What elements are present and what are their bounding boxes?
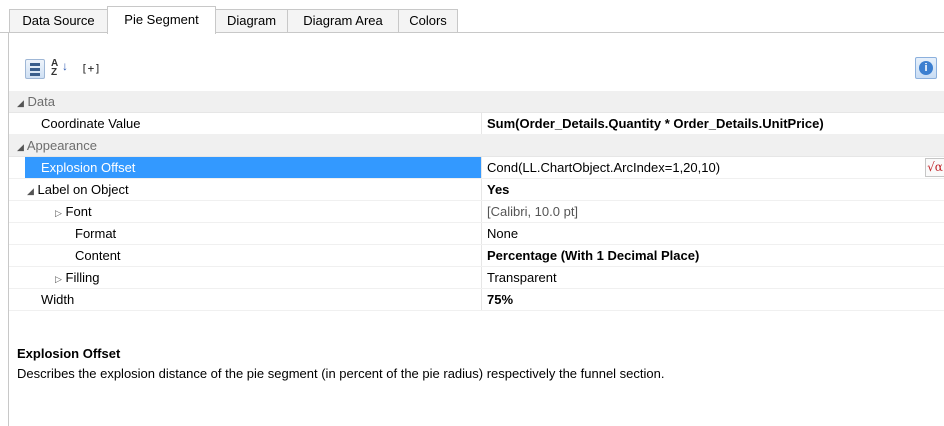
property-value[interactable]: Cond(LL.ChartObject.ArcIndex=1,20,10) (487, 157, 720, 178)
property-toolbar: A Z ↓ [+] i (9, 33, 944, 89)
collapse-triangle-icon: ◢ (17, 98, 24, 108)
property-row-content[interactable]: Content Percentage (With 1 Decimal Place… (9, 245, 944, 267)
property-name: Width (41, 292, 75, 307)
property-row-format[interactable]: Format None (9, 223, 944, 245)
collapse-triangle-icon: ◢ (17, 142, 24, 152)
property-name: Label on Object (37, 182, 129, 197)
sort-alphabetical-button[interactable]: A Z ↓ (51, 59, 73, 79)
tab-data-source[interactable]: Data Source (9, 9, 108, 32)
property-name: Explosion Offset (41, 160, 136, 175)
property-name: Filling (65, 270, 100, 285)
property-value[interactable]: None (487, 223, 518, 244)
formula-wizard-button[interactable]: √α (925, 158, 944, 177)
property-name: Format (75, 226, 117, 241)
property-row-filling[interactable]: ▷ Filling Transparent (9, 267, 944, 289)
property-row-explosion-offset[interactable]: Explosion Offset Cond(LL.ChartObject.Arc… (9, 157, 944, 179)
property-name: Content (75, 248, 121, 263)
formula-wizard-icon: √α (927, 160, 943, 174)
property-name: Coordinate Value (41, 116, 141, 131)
property-row-font[interactable]: ▷ Font [Calibri, 10.0 pt] (9, 201, 944, 223)
property-value[interactable]: [Calibri, 10.0 pt] (487, 201, 578, 222)
info-icon: i (919, 61, 933, 75)
description-pane: Explosion Offset Describes the explosion… (9, 338, 944, 426)
description-title: Explosion Offset (17, 346, 121, 361)
tab-diagram-area[interactable]: Diagram Area (287, 9, 399, 32)
category-row-appearance[interactable]: ◢ Appearance (9, 135, 944, 157)
expand-all-button[interactable]: [+] (81, 62, 105, 82)
category-label: Data (27, 94, 56, 109)
property-value[interactable]: Yes (487, 179, 509, 200)
property-value[interactable]: Transparent (487, 267, 557, 288)
description-text: Describes the explosion distance of the … (17, 366, 665, 381)
expand-triangle-icon: ▷ (55, 274, 62, 284)
tab-bar: Data Source Pie Segment Diagram Diagram … (0, 0, 944, 34)
collapse-triangle-icon: ◢ (27, 186, 34, 196)
property-panel: A Z ↓ [+] i ◢ Data Coordinate Value Sum(… (8, 33, 944, 426)
tab-colors[interactable]: Colors (398, 9, 458, 32)
category-label: Appearance (26, 138, 97, 153)
tab-diagram[interactable]: Diagram (215, 9, 288, 32)
property-row-label-on-object[interactable]: ◢ Label on Object Yes (9, 179, 944, 201)
categorized-view-button[interactable] (25, 59, 45, 79)
property-name: Font (65, 204, 92, 219)
property-value[interactable]: Sum(Order_Details.Quantity * Order_Detai… (487, 113, 824, 134)
property-row-width[interactable]: Width 75% (9, 289, 944, 311)
property-value[interactable]: 75% (487, 289, 513, 310)
tab-pie-segment[interactable]: Pie Segment (107, 6, 216, 34)
expand-triangle-icon: ▷ (55, 208, 62, 218)
info-button[interactable]: i (915, 57, 937, 79)
property-row-coordinate-value[interactable]: Coordinate Value Sum(Order_Details.Quant… (9, 113, 944, 135)
category-row-data[interactable]: ◢ Data (9, 91, 944, 113)
property-grid: ◢ Data Coordinate Value Sum(Order_Detail… (9, 91, 944, 311)
property-value[interactable]: Percentage (With 1 Decimal Place) (487, 245, 699, 266)
